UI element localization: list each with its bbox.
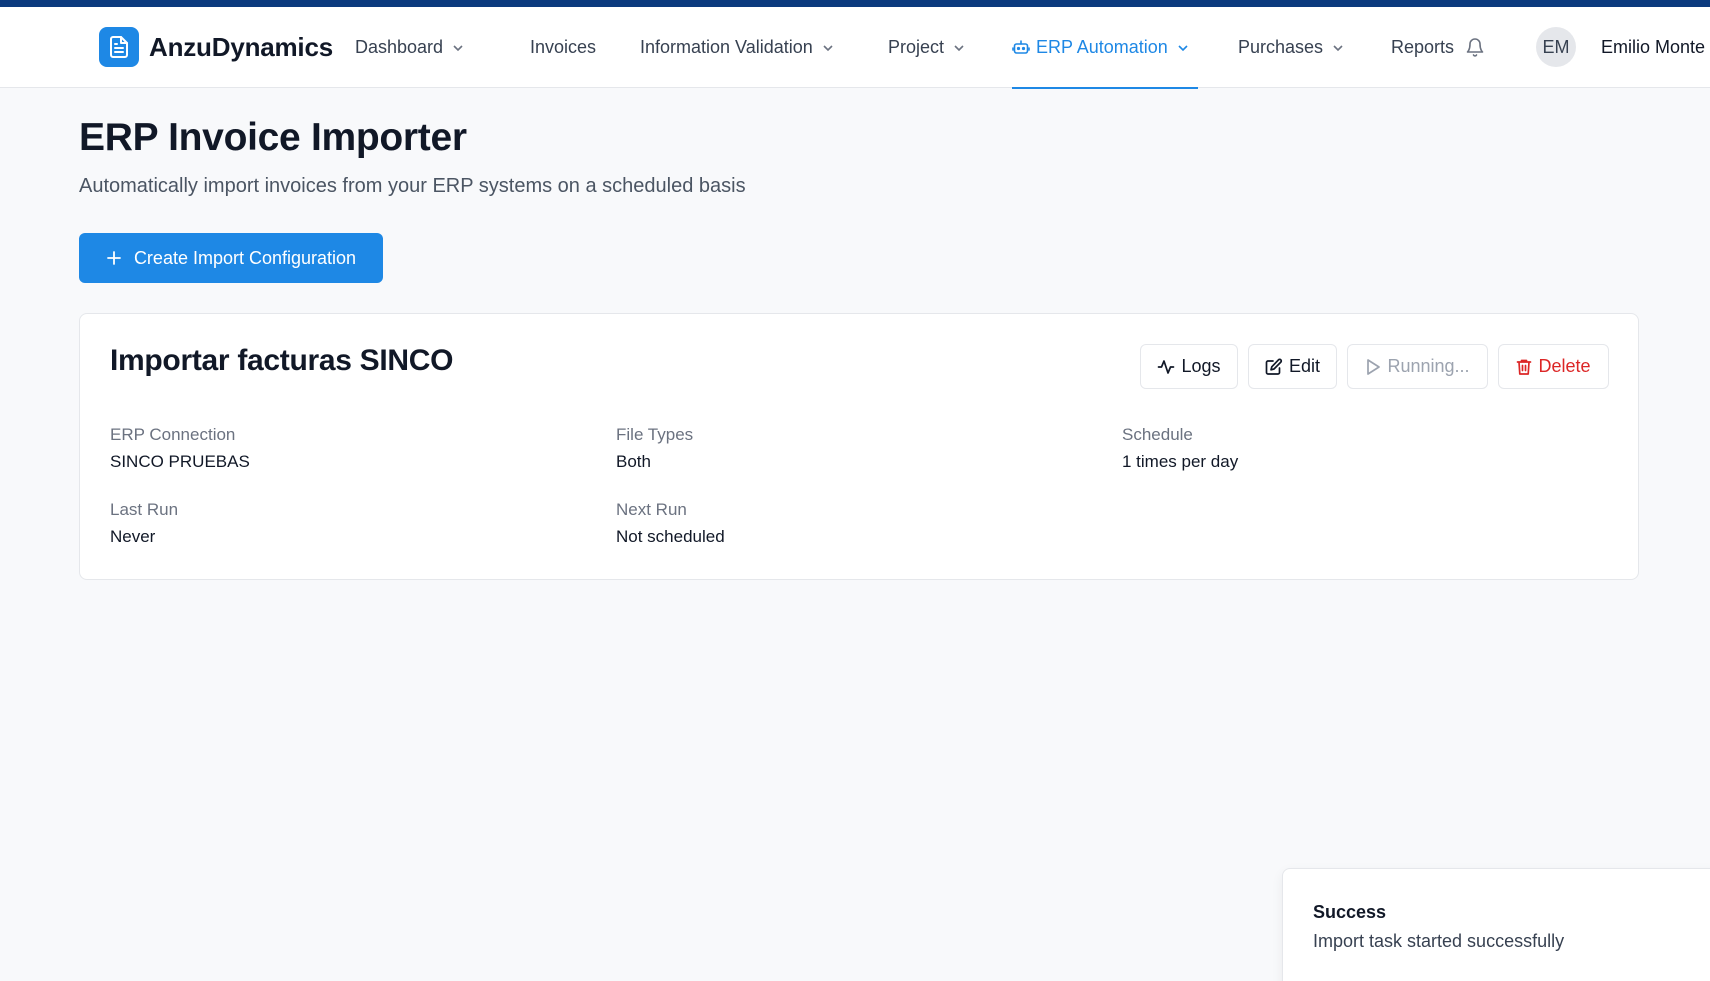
top-accent-strip xyxy=(0,0,1710,7)
success-toast: Success Import task started successfully xyxy=(1282,868,1710,981)
page-title: ERP Invoice Importer xyxy=(79,116,467,159)
nav-dashboard[interactable]: Dashboard xyxy=(355,7,465,88)
toast-title: Success xyxy=(1313,902,1387,922)
toast-message: Import task started successfully xyxy=(1313,931,1565,951)
next-run-value: Not scheduled xyxy=(616,527,725,546)
create-import-configuration-label: Create Import Configuration xyxy=(133,247,357,268)
document-icon xyxy=(99,27,139,67)
edit-button[interactable]: Edit xyxy=(1248,344,1337,389)
schedule-label: Schedule xyxy=(1122,425,1193,444)
logs-button-label: Logs xyxy=(1181,356,1221,376)
avatar[interactable]: EM xyxy=(1536,27,1576,67)
file-types-value: Both xyxy=(616,452,651,471)
chevron-down-icon xyxy=(1331,41,1345,55)
avatar-initials: EM xyxy=(1542,36,1570,57)
create-import-configuration-button[interactable]: Create Import Configuration xyxy=(79,233,383,283)
nav-information-validation[interactable]: Information Validation xyxy=(640,7,835,88)
bell-icon[interactable] xyxy=(1465,36,1485,63)
run-button[interactable]: Running... xyxy=(1347,344,1488,389)
nav-information-validation-label: Information Validation xyxy=(640,37,813,57)
nav-reports[interactable]: Reports xyxy=(1391,7,1454,88)
nav-project[interactable]: Project xyxy=(888,7,966,88)
nav-purchases-label: Purchases xyxy=(1238,37,1324,57)
erp-connection-label: ERP Connection xyxy=(110,425,236,444)
chevron-down-icon xyxy=(821,41,835,55)
nav-dashboard-label: Dashboard xyxy=(355,37,444,57)
logs-button[interactable]: Logs xyxy=(1140,344,1238,389)
last-run-value: Never xyxy=(110,527,156,546)
import-configuration-card: Importar facturas SINCO Logs Edit Runnin… xyxy=(79,313,1639,580)
page-subtitle: Automatically import invoices from your … xyxy=(79,175,746,197)
plus-icon xyxy=(106,250,122,266)
nav-reports-label: Reports xyxy=(1391,37,1455,57)
nav-erp-automation[interactable]: ERP Automation xyxy=(1012,7,1198,89)
chevron-down-icon xyxy=(451,41,465,55)
next-run-label: Next Run xyxy=(616,500,687,519)
nav-erp-automation-label: ERP Automation xyxy=(1036,37,1168,57)
last-run-label: Last Run xyxy=(110,500,179,519)
trash-icon xyxy=(1516,358,1532,376)
edit-icon xyxy=(1265,358,1283,376)
delete-button-label: Delete xyxy=(1538,356,1591,376)
play-icon xyxy=(1365,358,1381,376)
edit-button-label: Edit xyxy=(1288,356,1321,376)
brand[interactable]: AnzuDynamics xyxy=(99,27,333,67)
top-navbar: AnzuDynamics Dashboard Invoices Informat… xyxy=(0,7,1710,89)
robot-icon xyxy=(1012,39,1030,57)
nav-invoices-label: Invoices xyxy=(530,37,597,57)
configuration-title: Importar facturas SINCO xyxy=(110,344,454,377)
schedule-value: 1 times per day xyxy=(1122,452,1239,471)
nav-invoices[interactable]: Invoices xyxy=(530,7,596,88)
nav-purchases[interactable]: Purchases xyxy=(1238,7,1345,88)
chevron-down-icon xyxy=(1176,41,1190,55)
brand-name: AnzuDynamics xyxy=(149,31,333,62)
activity-icon xyxy=(1157,358,1175,376)
chevron-down-icon xyxy=(952,41,966,55)
file-types-label: File Types xyxy=(616,425,694,444)
delete-button[interactable]: Delete xyxy=(1498,344,1609,389)
user-name[interactable]: Emilio Monte xyxy=(1601,7,1705,88)
erp-connection-value: SINCO PRUEBAS xyxy=(110,452,250,471)
nav-project-label: Project xyxy=(888,37,945,57)
run-button-label: Running... xyxy=(1387,356,1470,376)
